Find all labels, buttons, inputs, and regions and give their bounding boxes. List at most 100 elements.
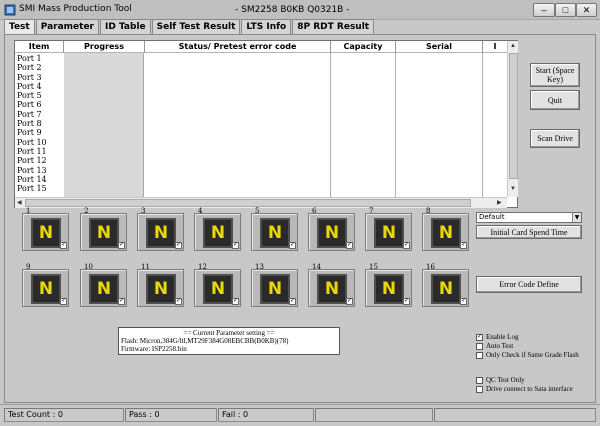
device-slot[interactable]: 9 N ✓ (22, 263, 72, 308)
minimize-button[interactable]: – (533, 3, 555, 17)
scroll-down-icon[interactable]: ▼ (510, 186, 516, 192)
checkbox-empty-icon[interactable] (476, 376, 483, 384)
drive-connect-sata-checkbox[interactable]: Drive connect to Sata interface (476, 385, 573, 393)
enable-log-label: Enable Log (486, 333, 519, 341)
column-capacity[interactable]: Capacity (331, 41, 396, 53)
initial-card-spend-time-button[interactable]: Initial Card Spend Time (476, 225, 582, 239)
column-item[interactable]: Item (15, 41, 64, 53)
list-item[interactable]: Port 8 (17, 119, 47, 128)
nand-device-icon: N (89, 274, 119, 304)
device-slot[interactable]: 13 N ✓ (251, 263, 301, 308)
device-slot[interactable]: 15 N ✓ (365, 263, 415, 308)
tab-lts-info[interactable]: LTS Info (241, 19, 292, 34)
slot-checkbox[interactable]: ✓ (346, 298, 353, 305)
scroll-up-icon[interactable]: ▲ (510, 43, 516, 49)
chevron-down-icon[interactable]: ▼ (572, 213, 581, 222)
error-code-define-button[interactable]: Error Code Define (476, 276, 582, 293)
enable-log-checkbox[interactable]: ✓ Enable Log (476, 333, 518, 341)
list-item[interactable]: Port 15 (17, 184, 47, 193)
slot-checkbox[interactable]: ✓ (232, 242, 239, 249)
slot-checkbox[interactable]: ✓ (289, 298, 296, 305)
device-slot[interactable]: 3 N ✓ (137, 207, 187, 252)
quit-button[interactable]: Quit (530, 90, 580, 110)
horizontal-scrollbar[interactable]: ◀ ▶ (15, 197, 507, 208)
slot-checkbox[interactable]: ✓ (289, 242, 296, 249)
list-item[interactable]: Port 5 (17, 91, 47, 100)
device-slot[interactable]: 8 N ✓ (422, 207, 472, 252)
list-item[interactable]: Port 7 (17, 110, 47, 119)
slot-glyph: N (153, 278, 169, 299)
tab-id-table[interactable]: ID Table (100, 19, 151, 34)
list-item[interactable]: Port 11 (17, 147, 47, 156)
start-button[interactable]: Start (Space Key) (530, 63, 580, 87)
list-item[interactable]: Port 12 (17, 156, 47, 165)
list-item[interactable]: Port 2 (17, 63, 47, 72)
slot-checkbox[interactable]: ✓ (232, 298, 239, 305)
slot-checkbox[interactable]: ✓ (175, 242, 182, 249)
checkbox-empty-icon[interactable] (476, 351, 483, 359)
checkbox-empty-icon[interactable] (476, 385, 483, 393)
slot-checkbox[interactable]: ✓ (460, 298, 467, 305)
param-firmware: Firmware: ISP2258.bin (121, 345, 187, 353)
column-extra[interactable]: I (483, 41, 507, 53)
tab-parameter[interactable]: Parameter (35, 19, 99, 34)
qc-test-only-checkbox[interactable]: QC Test Only (476, 376, 525, 384)
list-item[interactable]: Port 4 (17, 82, 47, 91)
profile-select[interactable]: Default ▼ (476, 212, 582, 223)
window-title: - SM2258 B0KB Q0321B - (235, 5, 350, 15)
tab-8p-rdt-result[interactable]: 8P RDT Result (292, 19, 375, 34)
device-slot[interactable]: 4 N ✓ (194, 207, 244, 252)
device-slot[interactable]: 1 N ✓ (22, 207, 72, 252)
slot-checkbox[interactable]: ✓ (118, 298, 125, 305)
column-serial[interactable]: Serial (396, 41, 483, 53)
tab-self-test-result[interactable]: Self Test Result (151, 19, 241, 34)
horizontal-scroll-thumb[interactable] (25, 199, 471, 207)
vertical-scrollbar[interactable]: ▲ ▼ (507, 41, 518, 197)
device-slot[interactable]: 6 N ✓ (308, 207, 358, 252)
device-slot[interactable]: 2 N ✓ (80, 207, 130, 252)
list-item[interactable]: Port 14 (17, 175, 47, 184)
only-check-same-grade-label: Only Check if Same Grade Flash (486, 351, 579, 359)
vertical-scroll-thumb[interactable] (509, 53, 518, 179)
column-progress[interactable]: Progress (64, 41, 145, 53)
list-item[interactable]: Port 3 (17, 73, 47, 82)
column-status[interactable]: Status/ Pretest error code (145, 41, 331, 53)
list-item[interactable]: Port 6 (17, 100, 47, 109)
maximize-button[interactable]: □ (555, 3, 576, 17)
list-item[interactable]: Port 1 (17, 54, 47, 63)
scroll-left-icon[interactable]: ◀ (17, 199, 22, 206)
close-button[interactable]: ✕ (576, 3, 597, 17)
device-slot[interactable]: 14 N ✓ (308, 263, 358, 308)
device-slot[interactable]: 7 N ✓ (365, 207, 415, 252)
scan-drive-button[interactable]: Scan Drive (530, 129, 580, 148)
slot-checkbox[interactable]: ✓ (403, 242, 410, 249)
slot-checkbox[interactable]: ✓ (60, 298, 67, 305)
maximize-icon: □ (562, 4, 569, 15)
nand-device-icon: N (260, 274, 290, 304)
device-slot[interactable]: 5 N ✓ (251, 207, 301, 252)
list-item[interactable]: Port 9 (17, 128, 47, 137)
checkbox-empty-icon[interactable] (476, 342, 483, 350)
device-slot[interactable]: 10 N ✓ (80, 263, 130, 308)
slot-panel: N ✓ (194, 269, 241, 307)
nand-device-icon: N (260, 218, 290, 248)
slot-checkbox[interactable]: ✓ (403, 298, 410, 305)
slot-panel: N ✓ (22, 213, 69, 251)
slot-checkbox[interactable]: ✓ (175, 298, 182, 305)
device-slot[interactable]: 16 N ✓ (422, 263, 472, 308)
slot-checkbox[interactable]: ✓ (60, 242, 67, 249)
checkbox-checked-icon[interactable]: ✓ (476, 333, 483, 341)
list-item[interactable]: Port 10 (17, 138, 47, 147)
tab-test[interactable]: Test (4, 19, 35, 35)
list-item[interactable]: Port 13 (17, 166, 47, 175)
nand-device-icon: N (374, 274, 404, 304)
auto-test-checkbox[interactable]: Auto Test (476, 342, 513, 350)
device-slot[interactable]: 11 N ✓ (137, 263, 187, 308)
only-check-same-grade-checkbox[interactable]: Only Check if Same Grade Flash (476, 351, 579, 359)
device-slot[interactable]: 12 N ✓ (194, 263, 244, 308)
slot-checkbox[interactable]: ✓ (118, 242, 125, 249)
port-list[interactable]: Item Progress Status/ Pretest error code… (14, 40, 518, 208)
slot-checkbox[interactable]: ✓ (346, 242, 353, 249)
slot-checkbox[interactable]: ✓ (460, 242, 467, 249)
scroll-right-icon[interactable]: ▶ (497, 199, 502, 206)
